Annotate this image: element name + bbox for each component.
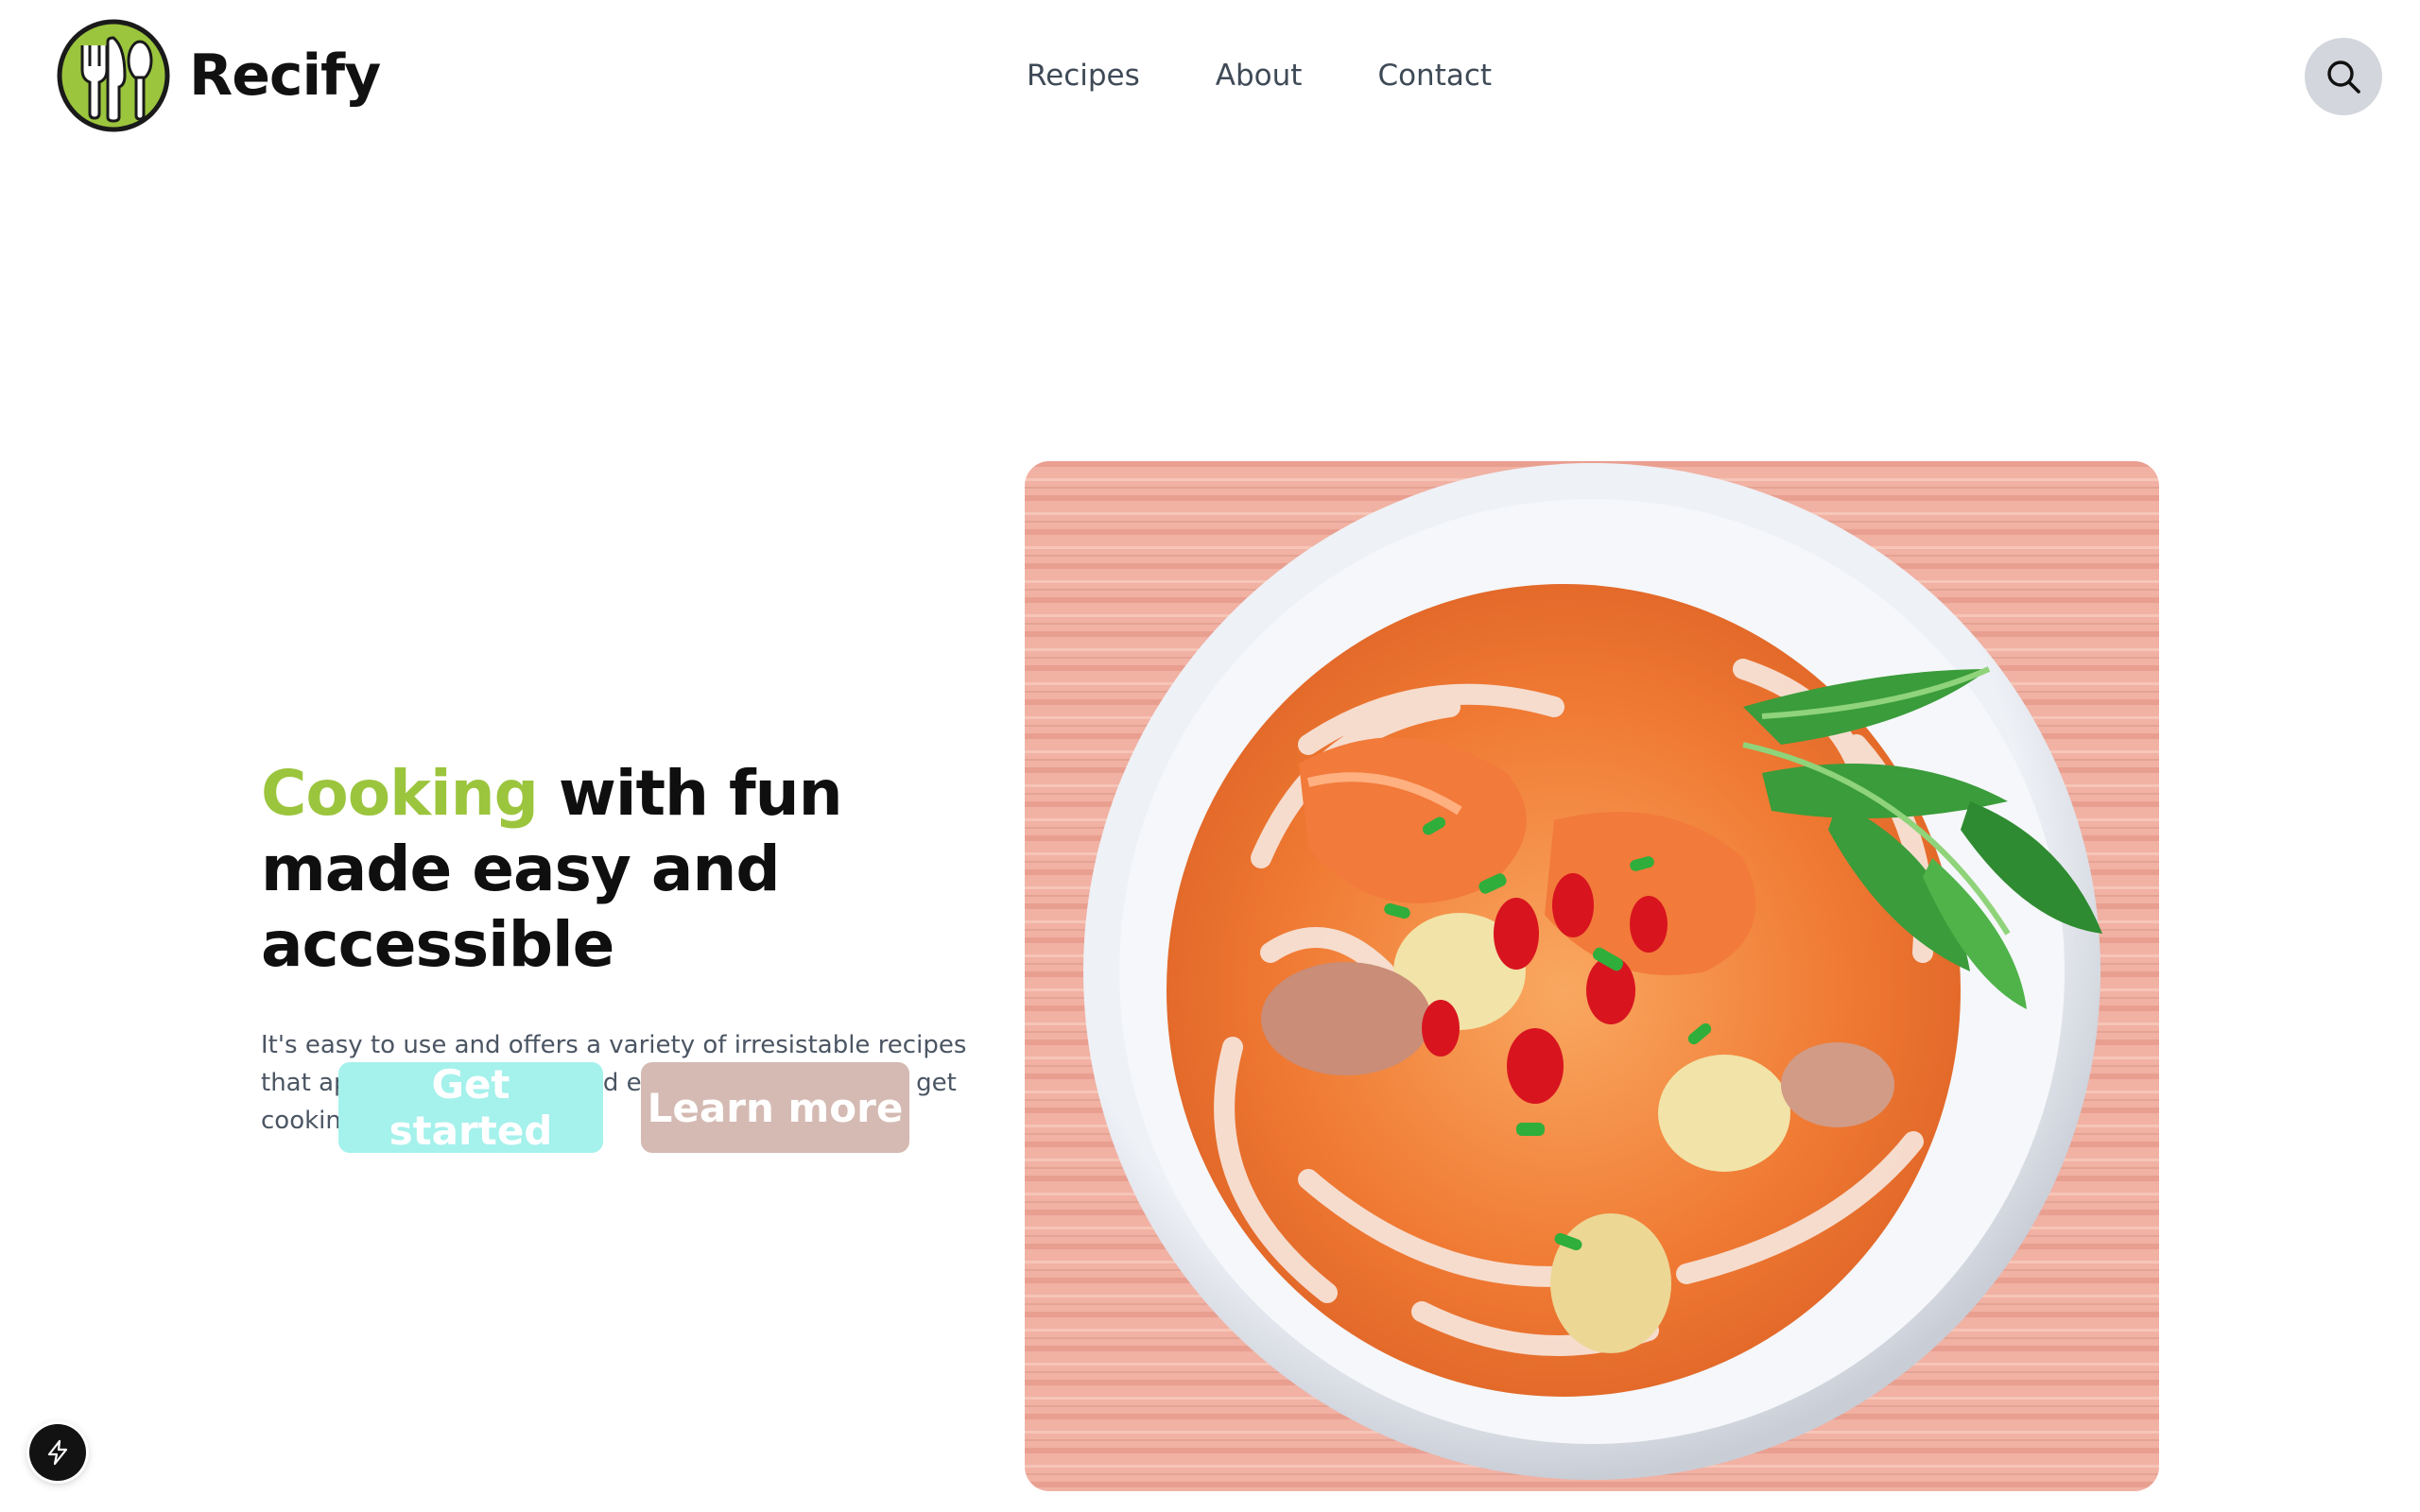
lightning-badge-button[interactable] xyxy=(29,1424,86,1481)
brand-name: Recify xyxy=(189,43,381,109)
food-bowl-image xyxy=(1025,461,2159,1491)
hero-title: Cooking with fun made easy and accessibl… xyxy=(261,756,1008,983)
site-header: Recify Recipes About Contact xyxy=(0,0,2420,151)
nav-item-recipes[interactable]: Recipes xyxy=(1027,59,1140,93)
fork-knife-spoon-logo xyxy=(57,19,170,132)
nav-item-about[interactable]: About xyxy=(1216,59,1303,93)
search-icon xyxy=(2327,60,2360,94)
learn-more-button[interactable]: Learn more xyxy=(641,1062,909,1153)
cta-row: Get started Learn more xyxy=(338,1061,909,1154)
main-nav: Recipes About Contact xyxy=(1027,51,1492,100)
brand-link[interactable]: Recify xyxy=(57,19,381,132)
nav-item-contact[interactable]: Contact xyxy=(1377,59,1492,93)
get-started-button[interactable]: Get started xyxy=(338,1061,603,1154)
hero-title-accent: Cooking xyxy=(261,757,539,830)
hero-food-image xyxy=(1025,461,2159,1491)
search-button[interactable] xyxy=(2305,38,2382,115)
lightning-bolt-icon xyxy=(47,1439,68,1466)
